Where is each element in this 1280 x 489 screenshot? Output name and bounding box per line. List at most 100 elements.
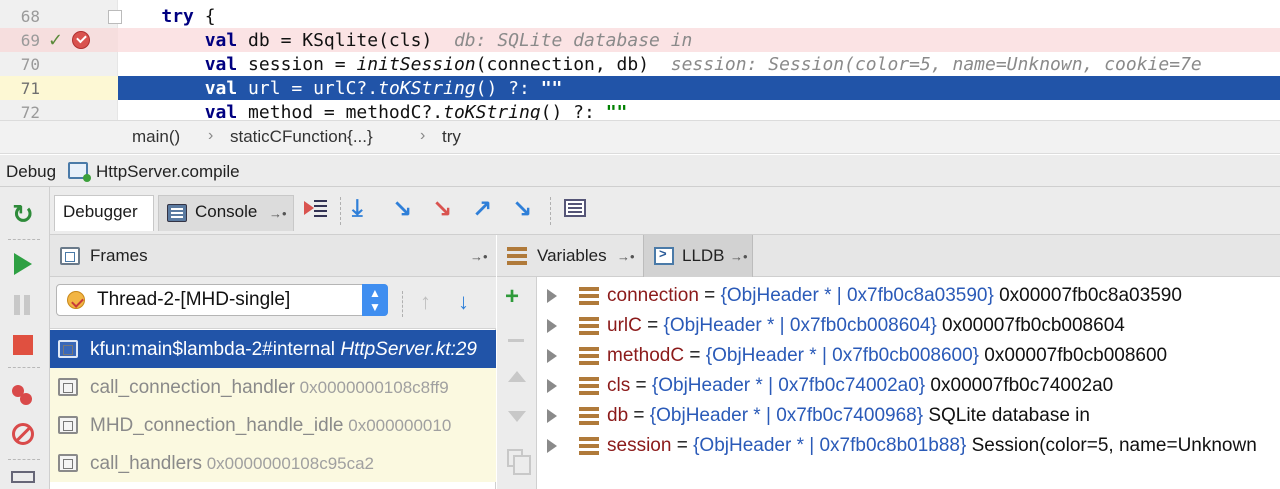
duplicate-watch-icon[interactable] bbox=[507, 449, 531, 475]
variable-row[interactable]: connection = {ObjHeader * | 0x7fb0c8a035… bbox=[537, 281, 1280, 311]
stop-icon[interactable] bbox=[13, 335, 33, 355]
frame-text: call_handlers 0x0000000108c95ca2 bbox=[90, 453, 374, 475]
pause-program-icon[interactable] bbox=[10, 293, 36, 319]
code-token: session = bbox=[237, 54, 357, 75]
line-number: 72 bbox=[20, 103, 40, 120]
variable-type: {ObjHeader * | 0x7fb0cb008604} bbox=[663, 315, 937, 336]
breadcrumb-item-main[interactable]: main() bbox=[132, 127, 180, 147]
code-line[interactable]: 69 ✓ val db = KSqlite(cls) db: SQLite dat… bbox=[0, 28, 1280, 52]
rerun-icon[interactable] bbox=[10, 199, 36, 230]
tab-debugger[interactable]: Debugger bbox=[54, 195, 154, 231]
restore-layout-icon[interactable] bbox=[11, 471, 35, 483]
chevron-updown-icon[interactable]: ▲ ▼ bbox=[362, 284, 388, 316]
code-line[interactable]: 71 val url = urlC?.toKString() ?: "" bbox=[0, 76, 1280, 100]
check-icon: ✓ bbox=[48, 30, 64, 50]
code-line[interactable]: 72 val method = methodC?.toKString() ?: … bbox=[0, 100, 1280, 120]
breakpoint-check-icon[interactable] bbox=[72, 31, 90, 49]
thread-suspended-icon bbox=[67, 291, 85, 309]
breadcrumb: main() › staticCFunction{...} › try bbox=[0, 120, 1280, 154]
variable-row[interactable]: urlC = {ObjHeader * | 0x7fb0cb008604} 0x… bbox=[537, 311, 1280, 341]
tab-variables-label: Variables bbox=[537, 246, 607, 265]
move-watch-down-icon[interactable] bbox=[508, 411, 526, 422]
resume-program-icon[interactable] bbox=[14, 253, 32, 275]
pin-icon[interactable]: →• bbox=[617, 249, 635, 264]
equals-sign: = bbox=[698, 285, 721, 306]
expand-arrow-icon[interactable] bbox=[547, 379, 557, 393]
pin-icon[interactable]: →• bbox=[470, 249, 488, 264]
variable-text: connection = {ObjHeader * | 0x7fb0c8a035… bbox=[607, 285, 1182, 307]
variable-row[interactable]: cls = {ObjHeader * | 0x7fb0c74002a0} 0x0… bbox=[537, 371, 1280, 401]
code-line[interactable]: 68 try { bbox=[0, 4, 1280, 28]
tab-debugger-label: Debugger bbox=[63, 202, 138, 221]
debug-tabs-toolbar: Debugger Console →• ⤓ ↘ ↘ ↗ ↘ bbox=[50, 187, 1280, 235]
frame-row[interactable]: kfun:main$lambda-2#internal HttpServer.k… bbox=[50, 330, 496, 368]
pin-icon[interactable]: →• bbox=[269, 206, 287, 221]
code-editor[interactable]: 68 try {69 ✓ val db = KSqlite(cls) db: SQ… bbox=[0, 0, 1280, 120]
view-breakpoints-icon[interactable] bbox=[10, 383, 36, 409]
variable-text: db = {ObjHeader * | 0x7fb0c7400968} SQLi… bbox=[607, 405, 1090, 427]
frames-header: Frames →• bbox=[50, 235, 496, 277]
variable-type: {ObjHeader * | 0x7fb0c8a03590} bbox=[720, 285, 994, 306]
tab-console[interactable]: Console →• bbox=[158, 195, 294, 231]
code-line[interactable]: 70 val session = initSession(connection,… bbox=[0, 52, 1280, 76]
keyword-token: try bbox=[161, 6, 194, 27]
run-configuration-name[interactable]: HttpServer.compile bbox=[96, 162, 240, 182]
force-step-into-icon[interactable]: ↘ bbox=[432, 195, 452, 224]
toolbar-separator bbox=[8, 239, 40, 240]
toolbar-separator bbox=[550, 197, 551, 225]
breadcrumb-item-static-cfunction[interactable]: staticCFunction{...} bbox=[230, 127, 373, 147]
frame-row[interactable]: call_connection_handler 0x0000000108c8ff… bbox=[50, 368, 496, 406]
previous-frame-icon[interactable]: ↑ bbox=[420, 289, 431, 315]
variable-row[interactable]: session = {ObjHeader * | 0x7fb0c8b01b88}… bbox=[537, 431, 1280, 461]
equals-sign: = bbox=[671, 435, 694, 456]
remove-watch-icon[interactable] bbox=[508, 339, 524, 342]
expand-arrow-icon[interactable] bbox=[547, 349, 557, 363]
expand-arrow-icon[interactable] bbox=[547, 409, 557, 423]
expand-arrow-icon[interactable] bbox=[547, 439, 557, 453]
equals-sign: = bbox=[630, 375, 652, 396]
expand-arrow-icon[interactable] bbox=[547, 289, 557, 303]
run-to-cursor-icon[interactable]: ↘ bbox=[512, 195, 532, 224]
toolbar-separator bbox=[402, 291, 403, 317]
code-token: "" bbox=[540, 78, 563, 99]
line-number: 70 bbox=[20, 55, 40, 74]
variable-type: {ObjHeader * | 0x7fb0cb008600} bbox=[705, 345, 980, 366]
frame-function-name: MHD_connection_handle_idle bbox=[90, 415, 344, 436]
thread-dropdown-value: Thread-2-[MHD-single] bbox=[97, 289, 291, 310]
line-number: 71 bbox=[20, 79, 40, 98]
thread-dropdown[interactable]: Thread-2-[MHD-single] ▲ ▼ bbox=[56, 284, 388, 316]
debug-title: Debug bbox=[6, 162, 57, 181]
pin-icon[interactable]: →• bbox=[730, 249, 748, 264]
new-watch-icon[interactable]: + bbox=[505, 283, 519, 311]
step-out-icon[interactable]: ↗ bbox=[472, 195, 492, 224]
variable-row[interactable]: methodC = {ObjHeader * | 0x7fb0cb008600}… bbox=[537, 341, 1280, 371]
stack-frame-icon bbox=[58, 378, 78, 396]
mute-breakpoints-icon[interactable] bbox=[12, 423, 34, 445]
show-execution-point-icon[interactable] bbox=[302, 197, 328, 223]
tab-variables[interactable]: Variables →• bbox=[497, 235, 641, 277]
code-token: () ?: bbox=[475, 78, 541, 99]
move-watch-up-icon[interactable] bbox=[508, 371, 526, 382]
thread-selector-row: Thread-2-[MHD-single] ▲ ▼ ↑ ↓ bbox=[50, 277, 496, 329]
breadcrumb-separator: › bbox=[420, 127, 426, 144]
tab-lldb[interactable]: LLDB →• bbox=[643, 235, 753, 277]
next-frame-icon[interactable]: ↓ bbox=[458, 289, 469, 315]
step-over-icon[interactable]: ⤓ bbox=[352, 195, 363, 223]
field-icon bbox=[579, 377, 599, 395]
evaluate-expression-icon[interactable] bbox=[564, 199, 586, 217]
variable-value: 0x00007fb0c74002a0 bbox=[925, 375, 1114, 396]
keyword-token: val bbox=[204, 30, 238, 51]
step-into-icon[interactable]: ↘ bbox=[392, 195, 412, 224]
code-token: () ?: bbox=[540, 102, 606, 120]
variables-panel: Variables →• LLDB →• + connection = {Obj… bbox=[497, 235, 1280, 489]
tab-console-label: Console bbox=[195, 202, 258, 221]
variable-row[interactable]: db = {ObjHeader * | 0x7fb0c7400968} SQLi… bbox=[537, 401, 1280, 431]
expand-arrow-icon[interactable] bbox=[547, 319, 557, 333]
frame-row[interactable]: MHD_connection_handle_idle 0x000000010 bbox=[50, 406, 496, 444]
equals-sign: = bbox=[628, 405, 650, 426]
breadcrumb-item-try[interactable]: try bbox=[442, 127, 461, 147]
code-token: method = methodC?. bbox=[237, 102, 444, 120]
frame-row[interactable]: call_handlers 0x0000000108c95ca2 bbox=[50, 444, 496, 482]
